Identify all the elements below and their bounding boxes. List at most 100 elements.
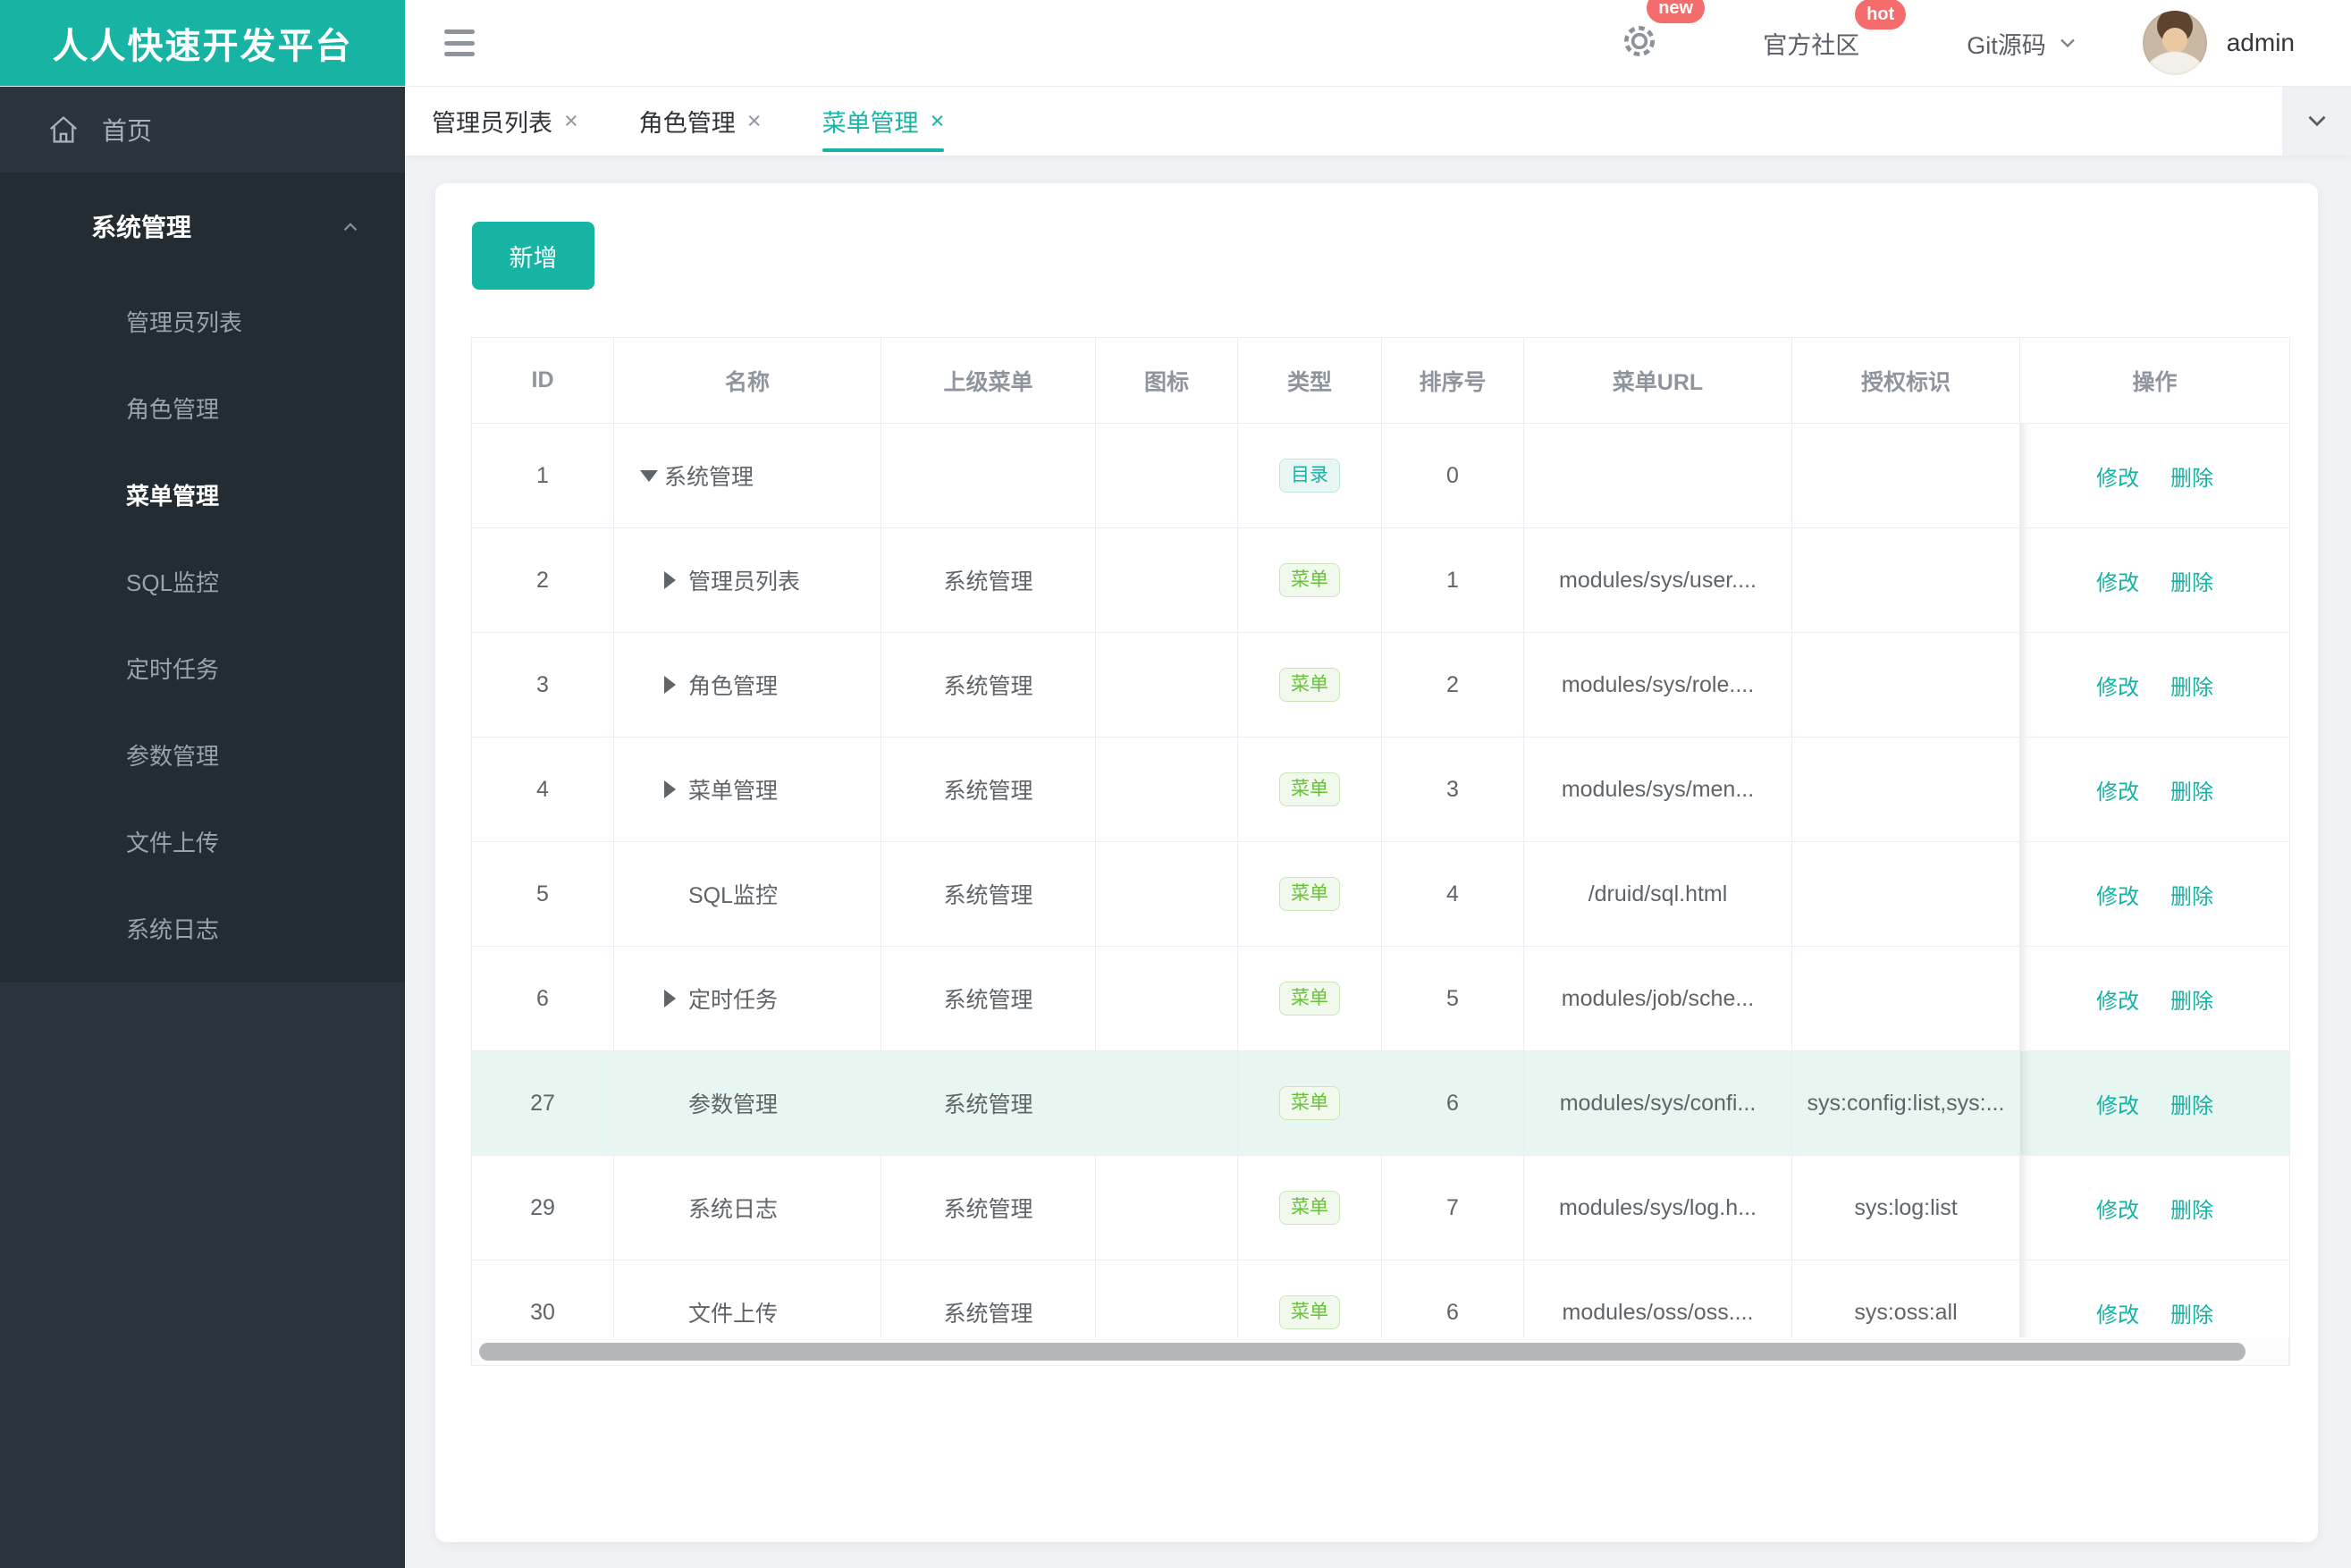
header-actions: new 官方社区 hot Git源码 admin bbox=[1620, 0, 2295, 86]
cell-id: 4 bbox=[471, 737, 614, 842]
cell-order: 6 bbox=[1381, 1050, 1524, 1156]
edit-link[interactable]: 修改 bbox=[2096, 467, 2139, 491]
cell-icon bbox=[1095, 423, 1238, 528]
delete-link[interactable]: 删除 bbox=[2170, 1303, 2213, 1328]
cell-id: 3 bbox=[471, 632, 614, 738]
cell-actions: 修改 删除 bbox=[2019, 1155, 2290, 1260]
type-badge: 菜单 bbox=[1279, 563, 1340, 597]
sidebar-item-6[interactable]: 文件上传 bbox=[0, 800, 405, 887]
sidebar-item-7[interactable]: 系统日志 bbox=[0, 887, 405, 974]
cell-menu-url: modules/sys/log.h... bbox=[1523, 1155, 1792, 1260]
column-header-4: 类型 bbox=[1237, 337, 1382, 424]
close-icon[interactable]: × bbox=[564, 107, 578, 135]
cell-name: 管理员列表 bbox=[613, 527, 881, 633]
column-header-2: 上级菜单 bbox=[881, 337, 1096, 424]
menu-name: 菜单管理 bbox=[688, 779, 779, 804]
git-source-dropdown[interactable]: Git源码 bbox=[1967, 26, 2080, 61]
delete-link[interactable]: 删除 bbox=[2170, 676, 2213, 700]
avatar[interactable] bbox=[2142, 11, 2207, 75]
cell-menu-url: modules/sys/role.... bbox=[1523, 632, 1792, 738]
tab-2[interactable]: 菜单管理 × bbox=[822, 86, 945, 156]
community-link[interactable]: 官方社区 hot bbox=[1763, 0, 1907, 61]
cell-id: 6 bbox=[471, 946, 614, 1051]
edit-link[interactable]: 修改 bbox=[2096, 1199, 2139, 1223]
edit-link[interactable]: 修改 bbox=[2096, 1303, 2139, 1328]
sidebar-item-5[interactable]: 参数管理 bbox=[0, 713, 405, 800]
scrollbar-thumb[interactable] bbox=[479, 1343, 2246, 1361]
cell-icon bbox=[1095, 1155, 1238, 1260]
sidebar-item-0[interactable]: 管理员列表 bbox=[0, 280, 405, 367]
cell-auth-mark bbox=[1791, 946, 2020, 1051]
cell-actions: 修改 删除 bbox=[2019, 841, 2290, 947]
app-header: 人人快速开发平台 new 官方社区 hot Git源码 admin bbox=[0, 0, 2351, 87]
expand-arrow-icon[interactable] bbox=[664, 780, 688, 798]
sidebar-item-3[interactable]: SQL监控 bbox=[0, 540, 405, 627]
chevron-down-icon bbox=[2060, 38, 2075, 48]
cell-type: 菜单 bbox=[1237, 841, 1382, 947]
username[interactable]: admin bbox=[2227, 29, 2295, 57]
delete-link[interactable]: 删除 bbox=[2170, 1199, 2213, 1223]
sidebar-section-label: 系统管理 bbox=[91, 214, 192, 241]
cell-icon bbox=[1095, 632, 1238, 738]
cell-icon bbox=[1095, 737, 1238, 842]
settings-button[interactable]: new bbox=[1620, 0, 1706, 65]
tab-0[interactable]: 管理员列表 × bbox=[432, 86, 578, 156]
column-header-3: 图标 bbox=[1095, 337, 1238, 424]
sidebar: 首页 系统管理 管理员列表 角色管理 菜单管理 SQL监控 定时任务 参数管理 文件上传 系统… bbox=[0, 86, 405, 1568]
cell-parent-menu: 系统管理 bbox=[881, 1050, 1096, 1156]
menu-toggle-icon[interactable] bbox=[444, 30, 475, 56]
table-row: 5 SQL监控 系统管理 菜单 4 /druid/sql.html 修改 删除 bbox=[471, 841, 2290, 947]
cell-actions: 修改 删除 bbox=[2019, 527, 2290, 633]
sidebar-submenu: 管理员列表 角色管理 菜单管理 SQL监控 定时任务 参数管理 文件上传 系统日志 bbox=[0, 280, 405, 982]
cell-menu-url: modules/sys/user.... bbox=[1523, 527, 1792, 633]
delete-link[interactable]: 删除 bbox=[2170, 780, 2213, 805]
delete-link[interactable]: 删除 bbox=[2170, 885, 2213, 909]
delete-link[interactable]: 删除 bbox=[2170, 467, 2213, 491]
edit-link[interactable]: 修改 bbox=[2096, 885, 2139, 909]
menu-id: 1 bbox=[536, 462, 549, 488]
edit-link[interactable]: 修改 bbox=[2096, 676, 2139, 700]
tabs-dropdown-button[interactable] bbox=[2282, 86, 2351, 156]
horizontal-scrollbar[interactable] bbox=[471, 1337, 2289, 1366]
type-badge: 菜单 bbox=[1279, 1086, 1340, 1120]
close-icon[interactable]: × bbox=[931, 107, 945, 135]
sidebar-item-4[interactable]: 定时任务 bbox=[0, 627, 405, 713]
sidebar-home-label: 首页 bbox=[102, 116, 153, 145]
expand-arrow-icon[interactable] bbox=[640, 470, 664, 482]
hot-badge: hot bbox=[1855, 0, 1907, 30]
sidebar-section-header[interactable]: 系统管理 bbox=[0, 173, 405, 280]
cell-actions: 修改 删除 bbox=[2019, 737, 2290, 842]
sidebar-item-2[interactable]: 菜单管理 bbox=[0, 453, 405, 540]
sidebar-section-system: 系统管理 管理员列表 角色管理 菜单管理 SQL监控 定时任务 参数管理 文件上传 系统日志 bbox=[0, 173, 405, 982]
sidebar-item-home[interactable]: 首页 bbox=[0, 86, 405, 173]
menu-id: 4 bbox=[536, 776, 549, 802]
tab-label: 角色管理 bbox=[638, 109, 736, 137]
close-icon[interactable]: × bbox=[747, 107, 762, 135]
cell-actions: 修改 删除 bbox=[2019, 946, 2290, 1051]
table-row: 2 管理员列表 系统管理 菜单 1 modules/sys/user.... 修… bbox=[471, 527, 2290, 633]
delete-link[interactable]: 删除 bbox=[2170, 571, 2213, 595]
add-button[interactable]: 新增 bbox=[472, 222, 594, 290]
cell-actions: 修改 删除 bbox=[2019, 632, 2290, 738]
edit-link[interactable]: 修改 bbox=[2096, 990, 2139, 1014]
cell-type: 菜单 bbox=[1237, 527, 1382, 633]
sidebar-item-1[interactable]: 角色管理 bbox=[0, 367, 405, 453]
expand-arrow-icon[interactable] bbox=[664, 990, 688, 1007]
expand-arrow-icon[interactable] bbox=[664, 571, 688, 589]
edit-link[interactable]: 修改 bbox=[2096, 780, 2139, 805]
expand-arrow-icon[interactable] bbox=[664, 676, 688, 694]
menu-table: ID 名称 上级菜单 图标 类型 排序号 菜单URL 授权标识 操作 1 系统管理 目录 0 修… bbox=[471, 337, 2290, 1365]
edit-link[interactable]: 修改 bbox=[2096, 571, 2139, 595]
cell-icon bbox=[1095, 527, 1238, 633]
tab-label: 菜单管理 bbox=[822, 109, 919, 137]
delete-link[interactable]: 删除 bbox=[2170, 1094, 2213, 1118]
git-source-label: Git源码 bbox=[1967, 31, 2046, 59]
cell-auth-mark: sys:config:list,sys:... bbox=[1791, 1050, 2020, 1156]
cell-parent-menu: 系统管理 bbox=[881, 1155, 1096, 1260]
type-badge: 菜单 bbox=[1279, 1295, 1340, 1329]
tab-1[interactable]: 角色管理 × bbox=[639, 86, 762, 156]
cell-type: 菜单 bbox=[1237, 946, 1382, 1051]
delete-link[interactable]: 删除 bbox=[2170, 990, 2213, 1014]
cell-actions: 修改 删除 bbox=[2019, 423, 2290, 528]
edit-link[interactable]: 修改 bbox=[2096, 1094, 2139, 1118]
